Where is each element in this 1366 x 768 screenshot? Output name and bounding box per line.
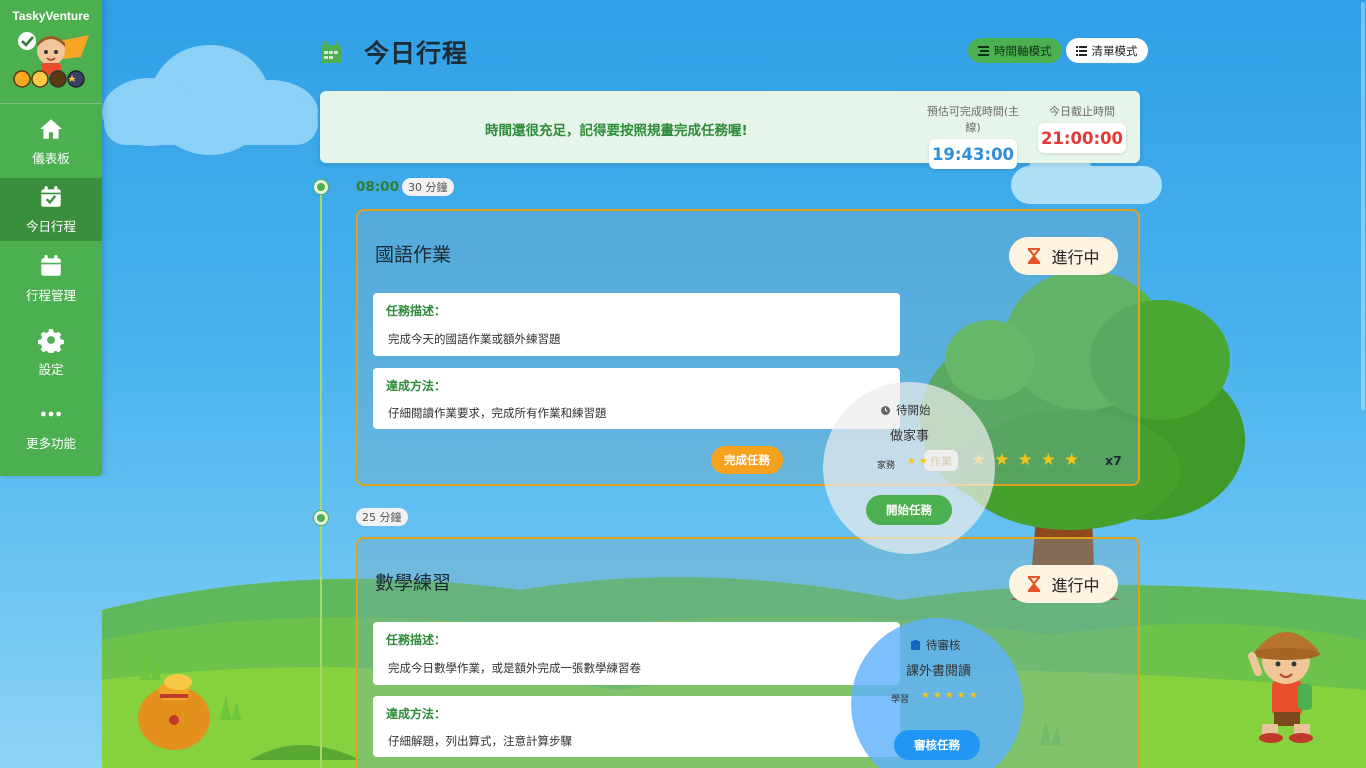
calendar-icon	[321, 41, 341, 63]
clipboard-icon	[911, 640, 920, 650]
scrollbar-thumb[interactable]	[1361, 2, 1365, 410]
brand[interactable]: TaskyVenture	[0, 0, 102, 104]
task-description-box: 任務描述： 完成今日數學作業，或是額外完成一張數學練習卷	[373, 622, 900, 685]
sidebar-item-today-schedule[interactable]: 今日行程	[0, 178, 102, 241]
estimate-value: 19:43:00	[929, 139, 1017, 169]
bubble-task-name: 做家事	[890, 429, 930, 444]
task-description-box: 任務描述： 完成今天的國語作業或額外練習題	[373, 293, 900, 356]
method-text: 仔細閱讀作業要求，完成所有作業和練習題	[388, 406, 607, 420]
bubble-status-label: 待開始	[896, 403, 931, 417]
start-task-button[interactable]: 開始任務	[866, 495, 952, 525]
bubble-status: 待審核	[911, 637, 961, 653]
description-text: 完成今天的國語作業或額外練習題	[388, 332, 561, 346]
time-notice-panel: 時間還很充足，記得要按照規畫完成任務喔! 預估可完成時間(主線) 19:43:0…	[320, 91, 1140, 169]
slot-time: 08:00	[356, 179, 399, 195]
sidebar-item-label: 更多功能	[25, 435, 76, 451]
complete-task-button[interactable]: 完成任務	[711, 446, 783, 474]
hourglass-icon	[1028, 248, 1041, 264]
task-method-box: 達成方法： 仔細閱讀作業要求，完成所有作業和練習題	[373, 368, 900, 429]
bubble-status-label: 待審核	[926, 638, 961, 652]
bubble-task-name: 課外書閱讀	[906, 664, 972, 679]
timeline-mode-label: 時間軸模式	[994, 43, 1052, 58]
sidebar-item-label: 今日行程	[25, 219, 76, 234]
bubble-category: 學習	[891, 695, 910, 705]
status-label: 進行中	[1051, 576, 1100, 595]
slot-duration: 30 分鐘	[402, 178, 454, 196]
task-title: 國語作業	[375, 244, 452, 266]
home-icon	[40, 118, 62, 139]
task-method-box: 達成方法： 仔細解題，列出算式，注意計算步驟	[373, 696, 900, 757]
deadline-block: 今日截止時間 21:00:00	[1038, 103, 1126, 153]
page-header: 今日行程	[320, 34, 468, 70]
sidebar-item-settings[interactable]: 設定	[0, 315, 102, 389]
sidebar-item-label: 儀表板	[32, 150, 70, 166]
bubble-stars: ★★★★★	[921, 690, 981, 701]
hourglass-icon	[1028, 576, 1041, 592]
status-badge: 進行中	[1009, 565, 1118, 603]
deadline-value: 21:00:00	[1038, 123, 1126, 153]
brand-name: TaskyVenture	[12, 9, 90, 23]
clock-icon	[881, 405, 890, 415]
sidebar-item-dashboard[interactable]: 儀表板	[0, 104, 102, 178]
estimate-label: 預估可完成時間(主線)	[926, 105, 1020, 134]
timeline-icon	[978, 45, 989, 56]
sidebar-item-more[interactable]: 更多功能	[0, 389, 102, 463]
timeline-dot	[314, 511, 328, 525]
task-card: 國語作業 進行中 任務描述： 完成今天的國語作業或額外練習題 達成方法： 仔細閱…	[356, 209, 1140, 486]
sidebar-item-label: 設定	[38, 361, 64, 377]
task-title: 數學練習	[375, 572, 452, 594]
sidebar-item-schedule-management[interactable]: 行程管理	[0, 241, 102, 315]
floating-task-bubble[interactable]: 待開始 做家事 家務 ★★ 開始任務	[823, 382, 995, 554]
gear-icon	[38, 328, 64, 353]
list-mode-button[interactable]: 清單模式	[1065, 38, 1148, 63]
page-scrollbar[interactable]	[1360, 0, 1366, 768]
status-label: 進行中	[1051, 248, 1100, 267]
bubble-category: 家務	[877, 461, 896, 471]
sidebar-item-label: 行程管理	[25, 287, 76, 303]
list-icon	[1075, 45, 1087, 56]
page-title: 今日行程	[364, 39, 469, 68]
view-mode-toggle: 時間軸模式 清單模式	[968, 38, 1148, 63]
status-badge: 進行中	[1009, 237, 1118, 275]
list-mode-label: 清單模式	[1091, 43, 1138, 58]
method-label: 達成方法：	[386, 707, 447, 721]
timeline-dot	[314, 180, 328, 194]
calendar-check-icon	[41, 186, 61, 207]
timeline-mode-button[interactable]: 時間軸模式	[968, 38, 1062, 63]
description-label: 任務描述：	[386, 304, 447, 318]
method-label: 達成方法：	[386, 379, 447, 393]
timeline-track	[320, 187, 322, 768]
description-label: 任務描述：	[386, 633, 447, 647]
sidebar: TaskyVenture 儀表板 今日行程 行程管理 設定 更多功能	[0, 0, 102, 476]
brand-logo-icon	[13, 30, 89, 88]
reward-count: x7	[1105, 453, 1122, 468]
review-task-button[interactable]: 審核任務	[894, 730, 980, 760]
bubble-stars: ★★	[907, 456, 931, 467]
slot-duration: 25 分鐘	[356, 508, 408, 526]
deadline-label: 今日截止時間	[1049, 105, 1115, 118]
task-card: 數學練習 進行中 任務描述： 完成今日數學作業，或是額外完成一張數學練習卷 達成…	[356, 537, 1140, 768]
method-text: 仔細解題，列出算式，注意計算步驟	[388, 734, 572, 748]
description-text: 完成今日數學作業，或是額外完成一張數學練習卷	[388, 661, 641, 675]
bubble-status: 待開始	[881, 402, 931, 418]
calendar-icon	[41, 254, 61, 276]
more-dots-icon	[41, 411, 61, 416]
notice-message: 時間還很充足，記得要按照規畫完成任務喔!	[485, 123, 748, 139]
estimated-completion-block: 預估可完成時間(主線) 19:43:00	[920, 103, 1026, 169]
